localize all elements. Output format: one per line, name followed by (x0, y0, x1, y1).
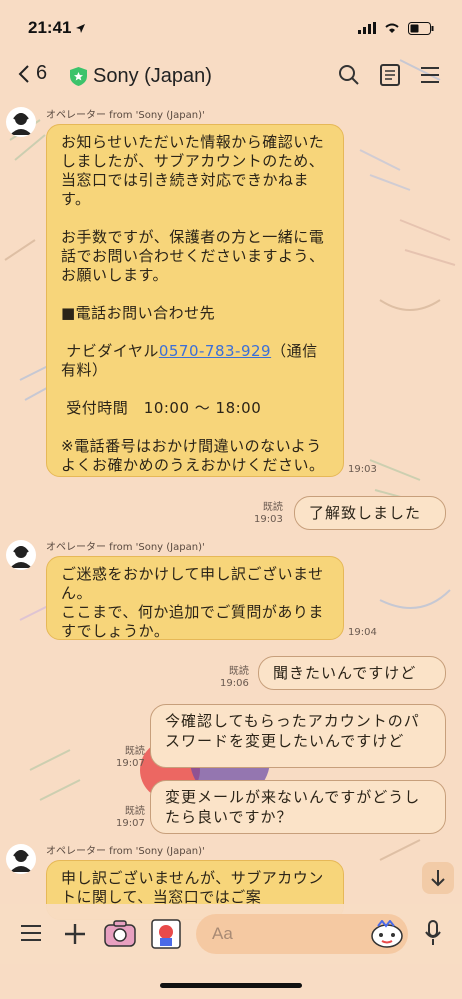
status-icons (358, 21, 434, 35)
menu-icon[interactable] (420, 66, 440, 84)
scroll-down-button[interactable] (422, 862, 454, 894)
sender-name: オペレーター from 'Sony (Japan)' (46, 110, 205, 121)
status-bar: 21:41 (0, 0, 462, 56)
back-chevron-icon (18, 64, 29, 83)
read-receipt: 既読 19:07 (116, 746, 145, 769)
operator-avatar[interactable] (6, 540, 36, 570)
operator-avatar-icon (10, 546, 32, 568)
camera-icon[interactable] (104, 920, 136, 948)
plus-icon[interactable] (63, 922, 87, 946)
message-time: 19:04 (348, 627, 377, 638)
arrow-down-icon (431, 870, 445, 887)
hamburger-icon[interactable] (20, 924, 42, 942)
read-receipt: 既読 19:07 (116, 806, 145, 829)
sender-name: オペレーター from 'Sony (Japan)' (46, 542, 205, 553)
microphone-icon[interactable] (424, 920, 442, 946)
message-time: 19:03 (348, 464, 377, 475)
chat-log[interactable]: オペレーター from 'Sony (Japan)' お知らせいただいた情報から… (0, 102, 462, 920)
back-count: 6 (36, 62, 48, 84)
back-button[interactable]: 6 (18, 62, 47, 85)
location-arrow-icon (76, 23, 86, 33)
emoji-icon[interactable] (370, 920, 404, 948)
message-bubble-incoming[interactable]: お知らせいただいた情報から確認いたしましたが、サブアカウントのため、当窓口では引… (46, 124, 344, 477)
verified-badge-icon (70, 67, 87, 86)
operator-avatar[interactable] (6, 107, 36, 137)
battery-icon (408, 21, 434, 35)
message-bubble-outgoing[interactable]: 変更メールが来ないんですがどうしたら良いですか？ (150, 780, 446, 834)
sender-name: オペレーター from 'Sony (Japan)' (46, 846, 205, 857)
message-input-bar: Aa (0, 904, 462, 964)
message-bubble-outgoing[interactable]: 了解致しました (294, 496, 446, 530)
notes-icon[interactable] (380, 64, 400, 86)
message-bubble-outgoing[interactable]: 今確認してもらったアカウントのパスワードを変更したいんですけど (150, 704, 446, 768)
image-icon[interactable] (150, 918, 182, 950)
operator-avatar-icon (10, 850, 32, 872)
signal-icon (358, 22, 376, 34)
chat-title[interactable]: Sony (Japan) (70, 65, 212, 88)
search-icon[interactable] (338, 64, 360, 86)
wifi-icon (385, 23, 399, 33)
read-receipt: 既読 19:06 (220, 666, 249, 689)
phone-link[interactable]: 0570-783-929 (159, 342, 271, 360)
message-bubble-incoming[interactable]: ご迷惑をおかけして申し訳ございません。 ここまで、何か追加でご質問がありますでし… (46, 556, 344, 640)
home-indicator[interactable] (160, 983, 302, 988)
operator-avatar-icon (10, 113, 32, 135)
read-receipt: 既読 19:03 (254, 502, 283, 525)
page-title: Sony (Japan) (93, 65, 212, 87)
message-bubble-outgoing[interactable]: 聞きたいんですけど (258, 656, 446, 690)
chat-header: 6 Sony (Japan) (0, 56, 462, 102)
status-time: 21:41 (28, 18, 86, 38)
operator-avatar[interactable] (6, 844, 36, 874)
